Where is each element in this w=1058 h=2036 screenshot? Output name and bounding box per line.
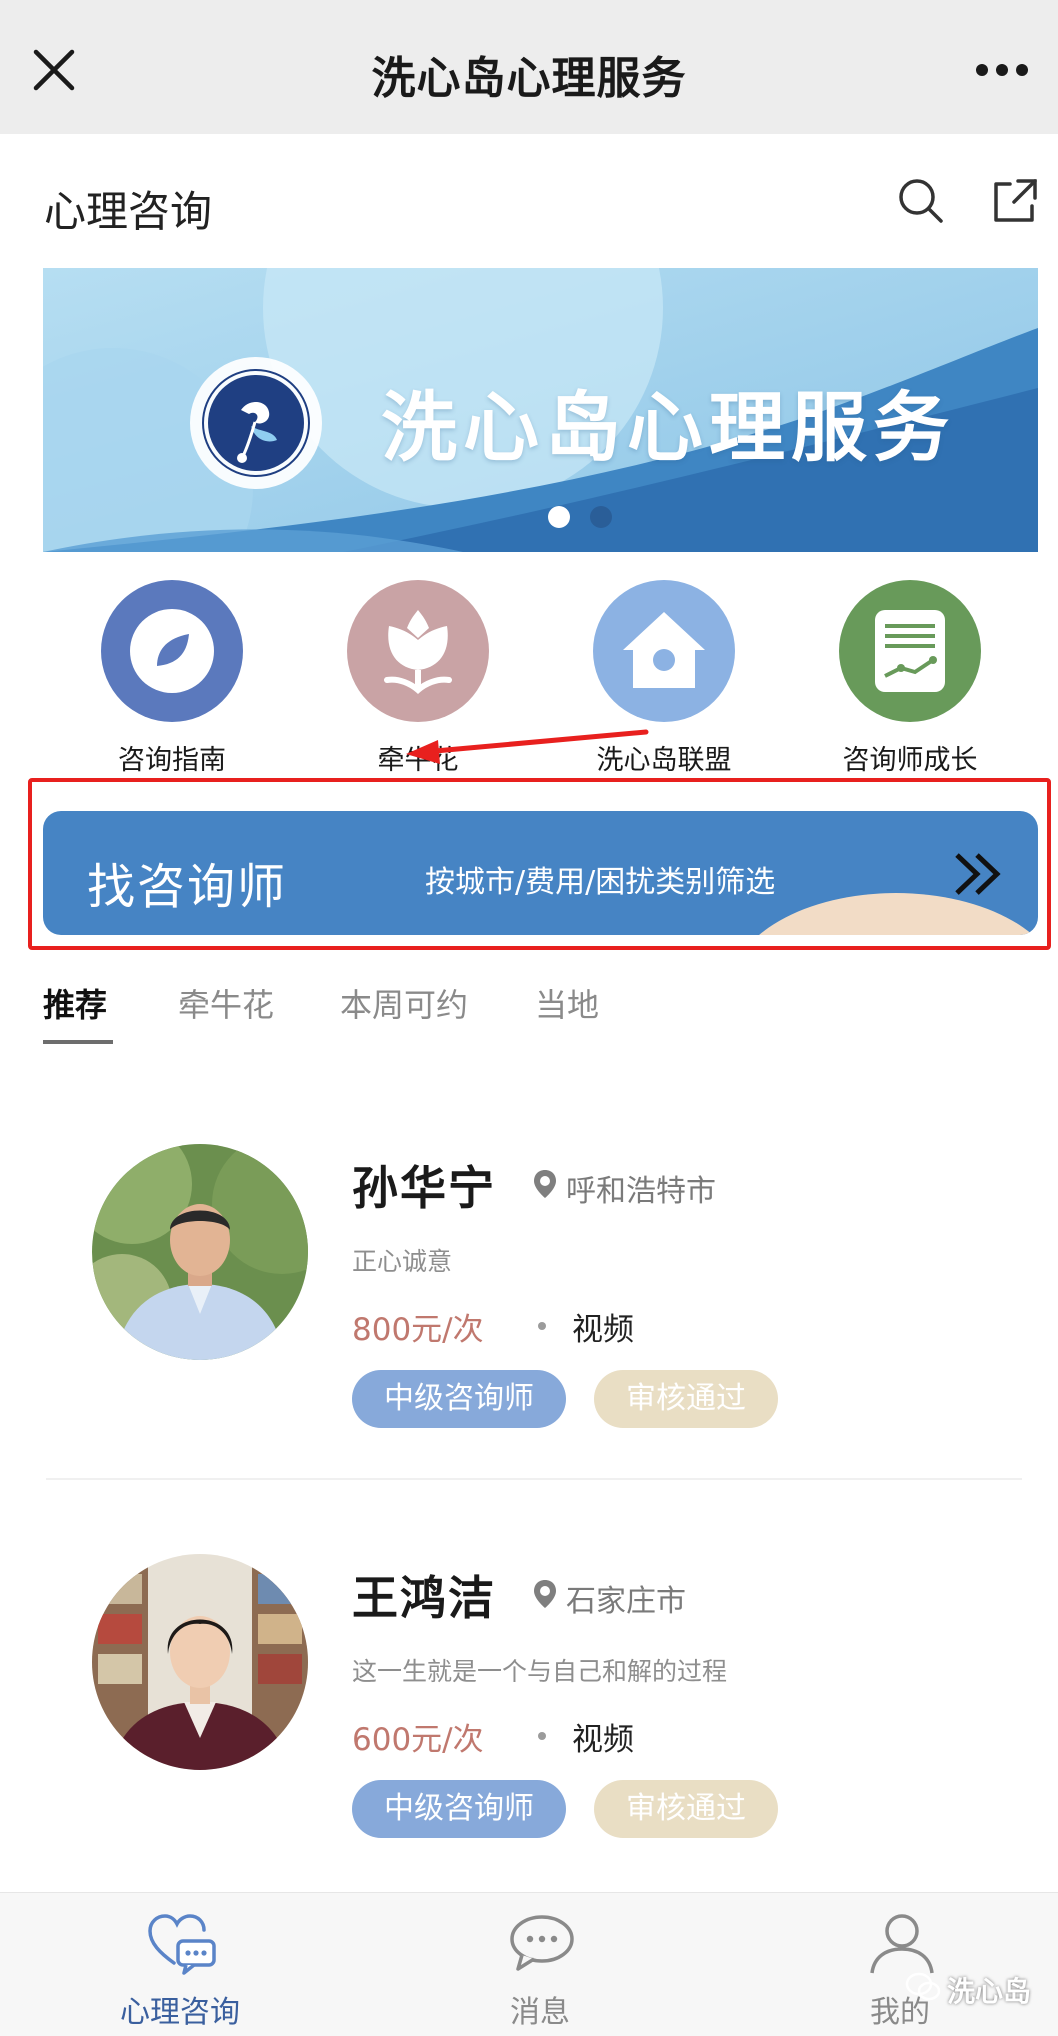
separator-dot xyxy=(538,1732,546,1740)
active-tab-indicator xyxy=(43,1040,113,1044)
nav-label: 心理咨询 xyxy=(120,1995,240,2030)
counselor-card[interactable]: 王鸿洁 石家庄市 这一生就是一个与自己和解的过程 600元/次 视频 中级咨询师… xyxy=(0,1554,1058,1894)
counselor-price: 800元/次 xyxy=(352,1312,484,1348)
chat-heart-icon xyxy=(148,1914,216,1975)
level-badge: 中级咨询师 xyxy=(352,1370,566,1428)
double-chevron-right-icon xyxy=(955,853,1001,895)
nav-item-profile[interactable]: 我的 xyxy=(780,1893,1020,2036)
quick-link-label: 咨询师成长 xyxy=(842,745,978,776)
counselor-name: 王鸿洁 xyxy=(352,1571,496,1625)
tab-available-this-week[interactable]: 本周可约 xyxy=(340,980,468,1026)
page-title: 心理咨询 xyxy=(44,187,213,236)
tab-recommended[interactable]: 推荐 xyxy=(43,980,107,1026)
consult-mode: 视频 xyxy=(572,1312,634,1348)
window-title: 洗心岛心理服务 xyxy=(371,53,687,104)
tab-morning-glory[interactable]: 牵牛花 xyxy=(178,980,274,1026)
nav-item-consultation[interactable]: 心理咨询 xyxy=(60,1893,300,2036)
quick-link-guide[interactable]: 咨询指南 xyxy=(62,578,282,778)
tab-local[interactable]: 当地 xyxy=(535,980,599,1026)
status-badge: 审核通过 xyxy=(594,1370,778,1428)
banner-carousel[interactable]: 洗心岛心理服务 xyxy=(43,268,1038,552)
compass-icon xyxy=(101,580,243,722)
counselor-price: 600元/次 xyxy=(352,1722,484,1758)
user-icon xyxy=(870,1914,934,1974)
level-badge: 中级咨询师 xyxy=(352,1780,566,1838)
finder-title: 找咨询师 xyxy=(87,859,288,915)
search-icon[interactable] xyxy=(896,176,946,226)
quick-link-label: 咨询指南 xyxy=(118,745,226,776)
consult-mode: 视频 xyxy=(572,1722,634,1758)
avatar xyxy=(92,1554,308,1770)
xinxindao-logo xyxy=(190,357,322,489)
finder-subtitle: 按城市/费用/困扰类别筛选 xyxy=(425,865,776,900)
location-pin-icon xyxy=(534,1170,556,1198)
quick-link-growth[interactable]: 咨询师成长 xyxy=(800,578,1020,778)
top-bar: 洗心岛心理服务 xyxy=(0,0,1058,134)
nav-label: 消息 xyxy=(510,1995,570,2030)
nav-item-messages[interactable]: 消息 xyxy=(420,1893,660,2036)
counselor-city: 呼和浩特市 xyxy=(566,1174,716,1209)
annotation-arrow xyxy=(406,729,649,764)
counselor-city: 石家庄市 xyxy=(566,1584,686,1619)
growth-chart-icon xyxy=(839,580,981,722)
card-divider xyxy=(46,1478,1022,1480)
flower-icon xyxy=(347,580,489,722)
home-icon xyxy=(593,580,735,722)
more-icon[interactable] xyxy=(972,52,1032,88)
counselor-card[interactable]: 孙华宁 呼和浩特市 正心诚意 800元/次 视频 中级咨询师 审核通过 xyxy=(0,1144,1058,1484)
finder-decoration xyxy=(731,893,1038,935)
carousel-indicator xyxy=(548,506,618,530)
counselor-motto: 正心诚意 xyxy=(352,1247,453,1276)
location-pin-icon xyxy=(534,1580,556,1608)
filter-tabs: 推荐 牵牛花 本周可约 当地 xyxy=(0,980,1058,1050)
message-icon xyxy=(510,1915,574,1971)
separator-dot xyxy=(538,1322,546,1330)
wechat-icon xyxy=(905,1972,941,2001)
avatar xyxy=(92,1144,308,1360)
find-counselor-banner[interactable]: 找咨询师 按城市/费用/困扰类别筛选 xyxy=(43,811,1038,935)
carousel-dot[interactable] xyxy=(590,506,612,528)
carousel-dot-active[interactable] xyxy=(548,506,570,528)
status-badge: 审核通过 xyxy=(594,1780,778,1838)
counselor-name: 孙华宁 xyxy=(352,1161,496,1215)
counselor-motto: 这一生就是一个与自己和解的过程 xyxy=(352,1657,728,1686)
share-icon[interactable] xyxy=(990,176,1040,226)
banner-title: 洗心岛心理服务 xyxy=(381,383,955,472)
bottom-navigation: 心理咨询 消息 我的 xyxy=(0,1892,1058,2036)
watermark-text: 洗心岛 xyxy=(947,1975,1032,2008)
